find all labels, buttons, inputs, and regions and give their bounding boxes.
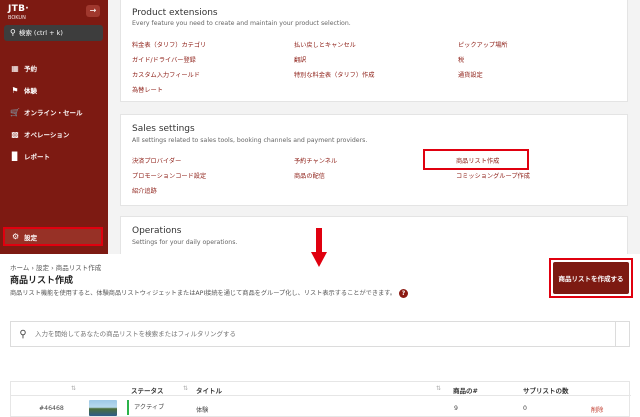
sort-icon[interactable]: ⇅ [183, 385, 188, 392]
link-pickup-places[interactable]: ピックアップ場所 [458, 40, 508, 49]
row-title[interactable]: 体験 [196, 405, 208, 414]
link-product-list[interactable]: 商品リスト作成 [456, 156, 499, 165]
page-description: 商品リスト機能を使用すると、体験商品リストウィジェットまたはAPI接続を通じて商… [10, 288, 408, 298]
status-indicator [127, 400, 129, 415]
breadcrumb[interactable]: ホーム › 設定 › 商品リスト作成 [10, 262, 101, 272]
card-title: Sales settings [132, 124, 195, 134]
sidebar-item-label: 予約 [24, 65, 37, 73]
sort-icon[interactable]: ⇅ [71, 385, 76, 392]
bar-chart-icon: ▉ [11, 151, 19, 161]
link-translation[interactable]: 翻訳 [294, 55, 306, 64]
product-extensions-card: Product extensions Every feature you nee… [120, 0, 628, 102]
arrow-down-icon [311, 228, 327, 267]
page-description-text: 商品リスト機能を使用すると、体験商品リストウィジェットまたはAPI接続を通じて商… [10, 290, 396, 297]
link-refunds-cancellation[interactable]: 払い戻しとキャンセル [294, 40, 356, 49]
sidebar-search[interactable]: ⚲ 検索 (ctrl + k) [4, 25, 103, 41]
search-filter-cell [615, 322, 629, 346]
product-list-search: ⚲ [10, 321, 630, 347]
link-booking-channels[interactable]: 予約チャンネル [294, 156, 337, 165]
link-special-rates[interactable]: 特別な料金表（タリフ）作成 [294, 70, 374, 79]
link-exchange-rates[interactable]: 為替レート [132, 85, 163, 94]
card-title: Product extensions [132, 8, 218, 18]
sidebar-item-online-sales[interactable]: 🛒 オンライン・セール [0, 101, 108, 123]
sidebar-item-label: 設定 [24, 233, 38, 242]
sidebar-item-settings[interactable]: ⚙ 設定 [3, 227, 103, 246]
sidebar-item-experiences[interactable]: ⚑ 体験 [0, 79, 108, 101]
sidebar-item-label: オンライン・セール [24, 109, 83, 117]
search-input[interactable] [35, 330, 595, 338]
card-description: Settings for your daily operations. [132, 239, 238, 246]
row-product-count: 9 [454, 405, 458, 412]
link-product-distribution[interactable]: 商品の配信 [294, 171, 325, 180]
sales-settings-card: Sales settings All settings related to s… [120, 114, 628, 206]
sidebar-search-label: 検索 (ctrl + k) [18, 29, 63, 37]
cart-icon: 🛒 [10, 107, 20, 117]
link-commission-groups[interactable]: コミッショングループ作成 [456, 171, 530, 180]
link-promo-codes[interactable]: プロモーションコード設定 [132, 171, 206, 180]
column-sublist-count[interactable]: サブリストの数 [523, 385, 569, 395]
page-title: 商品リスト作成 [10, 276, 74, 286]
sidebar: JTB· BOKUN → ⚲ 検索 (ctrl + k) ▦ 予約 ⚑ 体験 🛒 … [0, 0, 108, 254]
sidebar-item-reports[interactable]: ▉ レポート [0, 145, 108, 167]
card-description: All settings related to sales tools, boo… [132, 137, 368, 144]
link-rate-categories[interactable]: 料金表（タリフ）カテゴリ [132, 40, 206, 49]
link-tax[interactable]: 税 [458, 55, 464, 64]
card-description: Every feature you need to create and mai… [132, 20, 351, 27]
column-status[interactable]: ステータス [131, 385, 164, 395]
brand-main: JTB· [8, 4, 29, 14]
search-icon: ⚲ [19, 328, 27, 340]
sort-icon[interactable]: ⇅ [436, 385, 441, 392]
sidebar-nav: ▦ 予約 ⚑ 体験 🛒 オンライン・セール ▩ オペレーション ▉ レポート [0, 57, 108, 167]
link-custom-fields[interactable]: カスタム入力フィールド [132, 70, 200, 79]
sidebar-item-label: レポート [24, 153, 50, 161]
arrow-right-icon: → [89, 6, 97, 15]
delete-link[interactable]: 削除 [591, 405, 603, 414]
settings-screen: JTB· BOKUN → ⚲ 検索 (ctrl + k) ▦ 予約 ⚑ 体験 🛒 … [0, 0, 640, 254]
column-product-count[interactable]: 商品の# [453, 385, 478, 395]
product-thumbnail [89, 400, 117, 416]
help-icon[interactable]: ? [398, 288, 408, 298]
search-icon: ⚲ [10, 28, 16, 37]
link-currency-settings[interactable]: 通貨設定 [458, 70, 483, 79]
collapse-sidebar-button[interactable]: → [86, 5, 100, 17]
operations-card: Operations Settings for your daily opera… [120, 216, 628, 254]
create-product-list-button[interactable]: 商品リストを作成する [553, 262, 629, 294]
column-title[interactable]: タイトル [196, 385, 222, 395]
row-status: アクティブ [134, 404, 165, 411]
sidebar-item-label: 体験 [24, 87, 37, 95]
brand-logo: JTB· BOKUN [8, 4, 29, 21]
link-referral-tracking[interactable]: 紹介追跡 [132, 186, 157, 195]
gear-icon: ⚙ [12, 232, 20, 241]
create-button-highlight: 商品リストを作成する [549, 258, 633, 298]
table-row[interactable]: #46468 アクティブ 体験 9 0 削除 [11, 397, 631, 417]
calendar-icon: ▦ [11, 63, 19, 73]
sidebar-item-operations[interactable]: ▩ オペレーション [0, 123, 108, 145]
sidebar-item-bookings[interactable]: ▦ 予約 [0, 57, 108, 79]
sidebar-item-label: オペレーション [24, 131, 70, 139]
link-guide-driver[interactable]: ガイド/ドライバー登録 [132, 55, 196, 64]
card-title: Operations [132, 226, 182, 236]
product-list-table: ⇅ ステータス ⇅ タイトル ⇅ 商品の# サブリストの数 #46468 アクテ… [10, 381, 631, 417]
row-id: #46468 [39, 405, 64, 412]
flag-icon: ⚑ [11, 85, 19, 95]
link-payment-providers[interactable]: 決済プロバイダー [132, 156, 181, 165]
brand-sub: BOKUN [8, 15, 26, 21]
table-header: ⇅ ステータス ⇅ タイトル ⇅ 商品の# サブリストの数 [11, 382, 631, 396]
clipboard-icon: ▩ [11, 129, 19, 139]
row-sublist-count: 0 [523, 405, 527, 412]
